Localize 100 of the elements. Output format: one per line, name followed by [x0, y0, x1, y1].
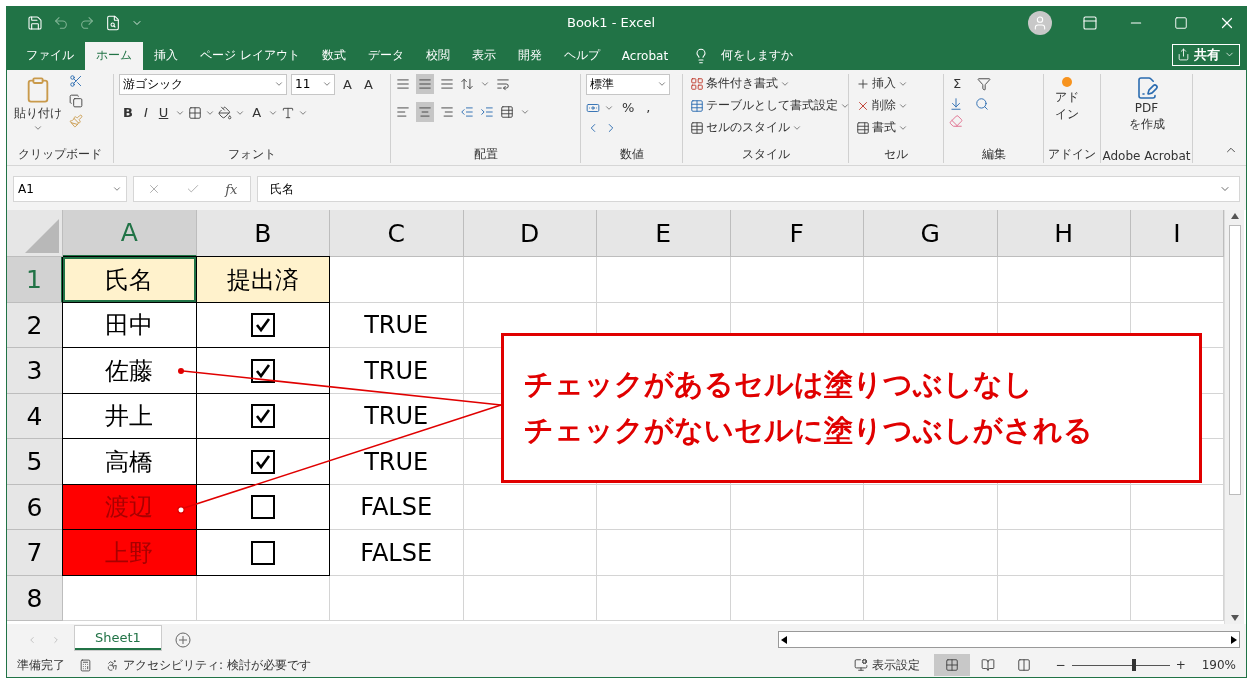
- ribbon-tab[interactable]: 数式: [310, 41, 357, 70]
- font-color-button[interactable]: A: [248, 102, 266, 123]
- scroll-down-icon[interactable]: [1230, 615, 1239, 622]
- percent-button[interactable]: %: [618, 97, 639, 118]
- column-header[interactable]: B: [196, 210, 330, 258]
- bold-button[interactable]: B: [119, 102, 137, 123]
- column-header[interactable]: F: [730, 210, 864, 258]
- tell-me-search[interactable]: 何をしますか: [687, 41, 800, 70]
- sort-filter-icon[interactable]: [977, 76, 992, 91]
- scroll-left-icon[interactable]: [779, 634, 789, 645]
- accessibility-status[interactable]: アクセシビリティ: 検討が必要です: [123, 656, 311, 674]
- style-menu-button[interactable]: 条件付き書式: [688, 73, 852, 94]
- checkbox[interactable]: [250, 540, 275, 565]
- row-header[interactable]: 3: [7, 348, 63, 394]
- sheet-tab[interactable]: Sheet1: [75, 626, 161, 651]
- view-button[interactable]: [933, 654, 970, 677]
- merge-icon[interactable]: [500, 104, 514, 119]
- ribbon-tab[interactable]: ページ レイアウト: [189, 41, 311, 70]
- ribbon-tab[interactable]: ファイル: [15, 41, 85, 70]
- autosum-button[interactable]: Σ: [949, 73, 966, 94]
- fill-down-icon[interactable]: [949, 96, 963, 111]
- column-header[interactable]: I: [1131, 210, 1224, 258]
- redo-icon[interactable]: [79, 14, 95, 31]
- fill-color-icon[interactable]: [218, 105, 233, 120]
- align-left-icon[interactable]: [396, 104, 410, 119]
- row-header[interactable]: 5: [7, 439, 63, 485]
- borders-icon[interactable]: [188, 105, 203, 120]
- wrap-text-icon[interactable]: [496, 76, 510, 91]
- search-icon[interactable]: [975, 96, 989, 111]
- checkbox[interactable]: [250, 313, 275, 338]
- format-painter-icon[interactable]: [69, 113, 83, 128]
- column-header[interactable]: G: [864, 210, 998, 258]
- column-header[interactable]: A: [63, 210, 197, 258]
- document-icon[interactable]: [105, 14, 121, 31]
- copy-icon[interactable]: [69, 93, 83, 108]
- eraser-icon[interactable]: [949, 113, 963, 128]
- ribbon-display-icon[interactable]: [1082, 14, 1098, 31]
- share-button[interactable]: 共有: [1172, 43, 1240, 66]
- font-size-field[interactable]: 11: [291, 73, 335, 95]
- column-header[interactable]: C: [330, 210, 464, 258]
- underline-button[interactable]: U: [154, 102, 173, 123]
- row-header[interactable]: 4: [7, 393, 63, 440]
- grow-font-button[interactable]: A: [339, 74, 356, 95]
- font-name-field[interactable]: 游ゴシック: [119, 73, 287, 95]
- display-settings-button[interactable]: 表示設定: [871, 656, 920, 674]
- row-header[interactable]: 2: [7, 302, 63, 349]
- checkbox[interactable]: [250, 358, 275, 383]
- align-middle-button[interactable]: [416, 73, 434, 94]
- ribbon-tab[interactable]: Acrobat: [610, 41, 680, 70]
- cells-menu-button[interactable]: 書式: [854, 117, 910, 138]
- checkbox[interactable]: [250, 404, 275, 429]
- align-center-button[interactable]: [416, 101, 434, 122]
- ribbon-tab[interactable]: 表示: [460, 41, 507, 70]
- ribbon-tab[interactable]: 校閲: [414, 41, 461, 70]
- increase-indent-icon[interactable]: [480, 104, 494, 119]
- horizontal-scrollbar[interactable]: [778, 631, 1240, 649]
- align-right-icon[interactable]: [440, 104, 454, 119]
- zoom-out-button[interactable]: −: [1055, 658, 1066, 673]
- decrease-indent-icon[interactable]: [460, 104, 474, 119]
- scroll-thumb[interactable]: [1228, 225, 1241, 496]
- align-bottom-icon[interactable]: [440, 76, 454, 91]
- style-menu-button[interactable]: セルのスタイル: [688, 117, 852, 138]
- style-menu-button[interactable]: テーブルとして書式設定: [688, 95, 852, 116]
- row-header[interactable]: 1: [7, 257, 63, 303]
- add-sheet-icon[interactable]: [174, 631, 191, 648]
- ribbon-tab[interactable]: ホーム: [85, 41, 143, 70]
- number-format-field[interactable]: 標準: [586, 73, 670, 95]
- cut-icon[interactable]: [69, 73, 83, 88]
- comma-button[interactable]: ,: [642, 97, 655, 118]
- shrink-font-button[interactable]: A: [359, 74, 377, 95]
- row-header[interactable]: 6: [7, 484, 63, 531]
- row-header[interactable]: 8: [7, 575, 63, 622]
- cells-menu-button[interactable]: 挿入: [854, 73, 910, 94]
- italic-button[interactable]: I: [139, 102, 152, 123]
- formula-field[interactable]: 氏名: [257, 176, 1240, 203]
- create-pdf-button[interactable]: PDF を作成: [1126, 73, 1167, 135]
- user-avatar[interactable]: [1028, 10, 1052, 35]
- cells-menu-button[interactable]: 削除: [854, 95, 910, 116]
- undo-icon[interactable]: [53, 14, 69, 31]
- column-header[interactable]: E: [597, 210, 731, 258]
- maximize-icon[interactable]: [1174, 15, 1188, 30]
- add-ins-button[interactable]: アドイン: [1049, 73, 1085, 125]
- checkbox[interactable]: [250, 449, 275, 474]
- phonetic-icon[interactable]: [281, 105, 296, 120]
- zoom-thumb[interactable]: [1132, 659, 1137, 672]
- column-header[interactable]: H: [997, 210, 1131, 258]
- checkbox[interactable]: [250, 495, 275, 520]
- orientation-icon[interactable]: [460, 76, 474, 91]
- zoom-in-button[interactable]: +: [1175, 658, 1186, 673]
- scroll-up-icon[interactable]: [1230, 213, 1239, 220]
- paste-button[interactable]: 貼り付け: [12, 73, 64, 135]
- ribbon-tab[interactable]: 開発: [506, 41, 553, 70]
- scroll-right-icon[interactable]: [1229, 634, 1239, 645]
- insert-function-button[interactable]: fx: [225, 181, 238, 197]
- row-header[interactable]: 7: [7, 530, 63, 576]
- save-icon[interactable]: [27, 14, 43, 31]
- column-header[interactable]: D: [463, 210, 597, 258]
- ribbon-tab[interactable]: ヘルプ: [552, 41, 611, 70]
- ribbon-tab[interactable]: データ: [356, 41, 415, 70]
- ribbon-tab[interactable]: 挿入: [143, 41, 189, 70]
